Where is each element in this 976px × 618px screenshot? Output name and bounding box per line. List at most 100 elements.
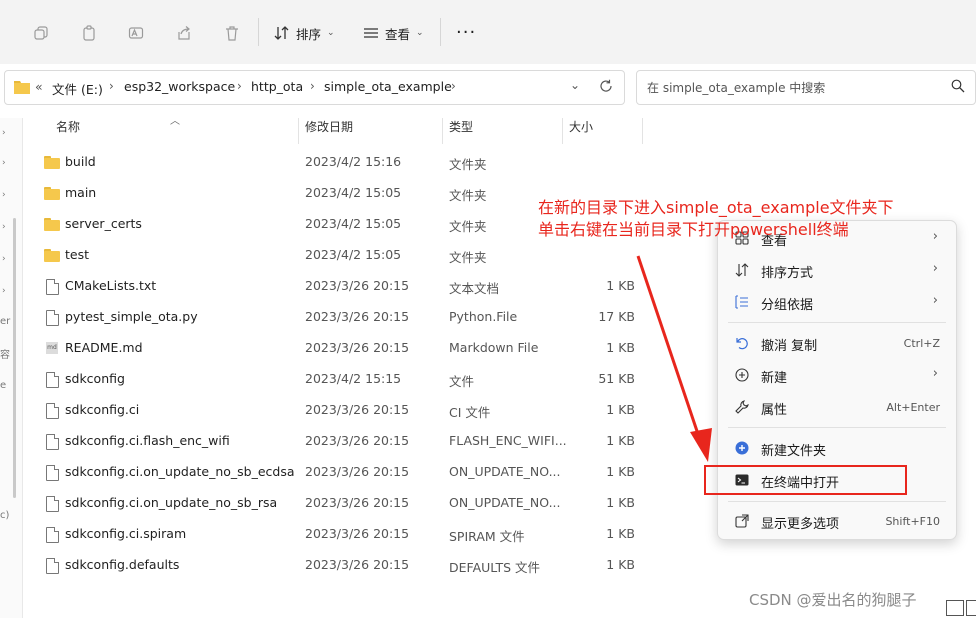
table-row[interactable]: sdkconfig.ci.flash_enc_wifi 2023/3/26 20:…: [40, 426, 640, 457]
folder-icon: [14, 80, 30, 97]
nav-scrollbar[interactable]: [13, 218, 16, 498]
file-date: 2023/3/26 20:15: [305, 340, 410, 355]
table-row[interactable]: sdkconfig.ci.on_update_no_sb_rsa 2023/3/2…: [40, 488, 640, 519]
table-row[interactable]: sdkconfig 2023/4/2 15:15 文件 51 KB: [40, 364, 640, 395]
chevron-right-icon[interactable]: ›: [109, 79, 114, 93]
column-divider[interactable]: [298, 118, 299, 144]
chevron-right-icon[interactable]: ›: [2, 286, 6, 296]
column-header-name[interactable]: 名称: [56, 118, 80, 142]
search-box[interactable]: [636, 70, 976, 105]
column-header-size[interactable]: 大小: [569, 118, 593, 142]
breadcrumb-esp32-workspace[interactable]: esp32_workspace: [124, 79, 235, 94]
file-name: pytest_simple_ota.py: [65, 309, 198, 324]
nav-item-label[interactable]: c): [0, 510, 9, 521]
menu-item-undo-copy[interactable]: 撤消 复制 Ctrl+Z: [718, 328, 956, 358]
menu-item-new-folder[interactable]: 新建文件夹: [718, 433, 956, 463]
plus-circle-icon: [734, 367, 750, 383]
rename-icon[interactable]: [123, 20, 149, 46]
menu-item-properties[interactable]: 属性 Alt+Enter: [718, 392, 956, 422]
nav-item-label[interactable]: 容: [0, 346, 10, 361]
chevron-right-icon: ›: [932, 293, 938, 308]
column-divider[interactable]: [562, 118, 563, 144]
sort-button[interactable]: 排序 ⌄: [274, 20, 335, 46]
menu-item-show-more-options[interactable]: 显示更多选项 Shift+F10: [718, 506, 956, 536]
column-header-type[interactable]: 类型: [449, 118, 473, 142]
dropdown-chevron-icon[interactable]: ⌄: [570, 78, 580, 92]
file-type: SPIRAM 文件: [449, 529, 525, 544]
chevron-right-icon[interactable]: ›: [2, 128, 6, 138]
file-name: sdkconfig.ci.spiram: [65, 526, 187, 541]
navigation-pane[interactable]: › › › › › › er 容 e c): [0, 118, 23, 618]
breadcrumb-http-ota[interactable]: http_ota: [251, 79, 303, 94]
file-date: 2023/3/26 20:15: [305, 464, 410, 479]
view-button[interactable]: 查看 ⌄: [363, 20, 424, 46]
table-row[interactable]: build 2023/4/2 15:16 文件夹: [40, 147, 640, 178]
file-size: 17 KB: [598, 309, 635, 324]
sort-label: 排序: [296, 26, 322, 42]
table-row[interactable]: test 2023/4/2 15:05 文件夹: [40, 240, 640, 271]
chevron-right-icon[interactable]: ›: [451, 79, 456, 93]
folder-icon: [44, 247, 60, 263]
toolbar-divider: [440, 18, 441, 46]
nav-item-label[interactable]: er: [0, 316, 10, 327]
delete-icon[interactable]: [219, 20, 245, 46]
breadcrumb-simple-ota-example[interactable]: simple_ota_example: [324, 79, 452, 94]
file-name: main: [65, 185, 97, 200]
breadcrumb-overflow[interactable]: «: [35, 79, 43, 94]
chevron-right-icon[interactable]: ›: [2, 190, 6, 200]
nav-item-label[interactable]: e: [0, 380, 6, 391]
menu-separator: [728, 501, 946, 502]
file-size: 1 KB: [606, 340, 635, 355]
external-icon: [734, 513, 750, 529]
copy-icon[interactable]: [28, 20, 54, 46]
file-icon: [44, 402, 60, 419]
search-icon[interactable]: [951, 79, 965, 96]
menu-item-group-by[interactable]: 分组依据 ›: [718, 287, 956, 317]
column-divider[interactable]: [442, 118, 443, 144]
annotation-highlight-box: [704, 465, 907, 495]
table-row[interactable]: md README.md 2023/3/26 20:15 Markdown File 1…: [40, 333, 640, 364]
chevron-right-icon[interactable]: ›: [237, 79, 242, 93]
search-input[interactable]: [645, 77, 939, 99]
chevron-right-icon[interactable]: ›: [2, 158, 6, 168]
file-icon: [44, 309, 60, 326]
new-folder-icon: [734, 440, 750, 456]
menu-separator: [728, 427, 946, 428]
file-size: 1 KB: [606, 526, 635, 541]
chevron-right-icon[interactable]: ›: [2, 222, 6, 232]
column-header-date[interactable]: 修改日期: [305, 118, 353, 142]
file-type: 文件: [449, 374, 475, 389]
chevron-right-icon[interactable]: ›: [2, 254, 6, 264]
table-row[interactable]: sdkconfig.defaults 2023/3/26 20:15 DEFAULT…: [40, 550, 640, 581]
file-date: 2023/3/26 20:15: [305, 495, 410, 510]
group-icon: [734, 294, 750, 310]
tiles-view-icon[interactable]: [966, 600, 976, 616]
breadcrumb-drive[interactable]: 文件 (E:): [52, 79, 103, 98]
menu-item-shortcut: Ctrl+Z: [903, 337, 940, 350]
menu-item-label: 排序方式: [761, 266, 814, 281]
chevron-right-icon[interactable]: ›: [310, 79, 315, 93]
markdown-file-icon: md: [44, 340, 60, 356]
file-size: 1 KB: [606, 464, 635, 479]
table-row[interactable]: sdkconfig.ci 2023/3/26 20:15 CI 文件 1 KB: [40, 395, 640, 426]
file-type: 文件夹: [449, 250, 487, 265]
table-row[interactable]: pytest_simple_ota.py 2023/3/26 20:15 Pytho…: [40, 302, 640, 333]
paste-icon[interactable]: [76, 20, 102, 46]
table-row[interactable]: sdkconfig.ci.spiram 2023/3/26 20:15 SPIRAM…: [40, 519, 640, 550]
sort-icon: [274, 26, 289, 40]
table-row[interactable]: sdkconfig.ci.on_update_no_sb_ecdsa 2023/3…: [40, 457, 640, 488]
menu-item-new[interactable]: 新建 ›: [718, 360, 956, 390]
file-date: 2023/3/26 20:15: [305, 526, 410, 541]
refresh-icon[interactable]: [599, 79, 613, 96]
share-icon[interactable]: [171, 20, 197, 46]
column-divider[interactable]: [642, 118, 643, 144]
more-options-button[interactable]: ···: [456, 22, 476, 43]
menu-item-shortcut: Shift+F10: [885, 515, 940, 528]
address-bar[interactable]: « 文件 (E:) › esp32_workspace › http_ota ›…: [4, 70, 625, 105]
file-name: server_certs: [65, 216, 142, 231]
file-date: 2023/3/26 20:15: [305, 557, 410, 572]
menu-item-sort-by[interactable]: 排序方式 ›: [718, 255, 956, 285]
folder-icon: [44, 185, 60, 201]
details-view-icon[interactable]: [946, 600, 964, 616]
table-row[interactable]: CMakeLists.txt 2023/3/26 20:15 文本文档 1 KB: [40, 271, 640, 302]
